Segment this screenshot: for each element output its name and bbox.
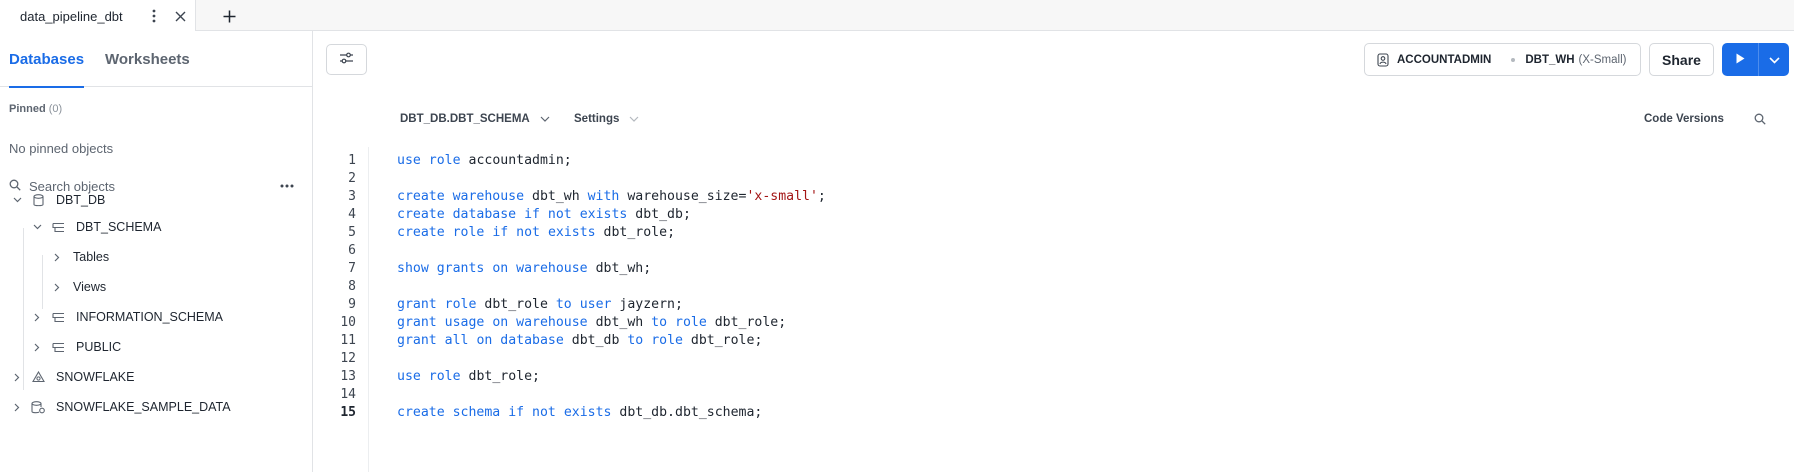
- code-line: show grants on warehouse dbt_wh;: [397, 261, 652, 276]
- code-line: grant usage on warehouse dbt_wh to role …: [397, 315, 787, 330]
- run-button[interactable]: [1722, 43, 1759, 76]
- line-number: 11: [340, 333, 356, 348]
- code-line: use role dbt_role;: [397, 369, 540, 384]
- schema-icon: [50, 339, 66, 355]
- chevron-right-icon[interactable]: [10, 370, 24, 384]
- tree-item-public[interactable]: PUBLIC: [30, 333, 121, 361]
- separator-dot: [1511, 57, 1516, 62]
- plus-icon[interactable]: [216, 3, 242, 29]
- database-icon: [30, 192, 46, 208]
- no-pinned-message: No pinned objects: [9, 141, 114, 156]
- context-label: DBT_DB.DBT_SCHEMA: [400, 113, 530, 125]
- sql-code-editor[interactable]: use role accountadmin; create warehouse d…: [370, 147, 1794, 472]
- tab-databases[interactable]: Databases: [9, 31, 85, 88]
- line-number: 4: [348, 207, 356, 222]
- tree-item-label: DBT_DB: [56, 193, 106, 207]
- tree-item-label: PUBLIC: [76, 340, 122, 354]
- tab-worksheets[interactable]: Worksheets: [105, 31, 190, 87]
- close-icon[interactable]: [169, 5, 191, 27]
- shared-database-icon: [30, 399, 46, 415]
- tree-item-dbt-db[interactable]: DBT_DB: [10, 186, 105, 214]
- line-number: 3: [348, 189, 356, 204]
- worksheet-tab[interactable]: data_pipeline_dbt: [0, 0, 196, 32]
- object-explorer-sidebar: Databases Worksheets Pinned (0) No pinne…: [0, 31, 313, 472]
- line-number: 10: [340, 315, 356, 330]
- share-button[interactable]: Share: [1649, 43, 1714, 76]
- run-button-group: [1722, 43, 1789, 76]
- chevron-down-icon: [540, 116, 550, 122]
- kebab-icon[interactable]: [143, 5, 165, 27]
- chevron-down-icon[interactable]: [30, 220, 44, 234]
- editor-context-bar: DBT_DB.DBT_SCHEMA Settings Code Versions: [314, 87, 1794, 147]
- sliders-icon: [339, 51, 354, 69]
- chevron-down-icon: [1768, 51, 1780, 69]
- line-number: 9: [348, 297, 356, 312]
- pinned-label: Pinned: [9, 103, 46, 115]
- code-line: grant all on database dbt_db to role dbt…: [397, 333, 763, 348]
- worksheet-tab-title[interactable]: data_pipeline_dbt: [20, 9, 143, 24]
- tree-item-tables[interactable]: Tables: [50, 243, 109, 271]
- schema-icon: [50, 219, 66, 235]
- chevron-right-icon[interactable]: [10, 400, 24, 414]
- warehouse-name: DBT_WH: [1525, 53, 1575, 66]
- chevron-right-icon[interactable]: [50, 250, 64, 264]
- line-number: 8: [348, 279, 356, 294]
- line-number: 12: [340, 351, 356, 366]
- chevron-right-icon[interactable]: [30, 340, 44, 354]
- more-options-icon[interactable]: [275, 176, 299, 196]
- sidebar-tabs: Databases Worksheets: [0, 31, 312, 88]
- tree-item-dbt-schema[interactable]: DBT_SCHEMA: [30, 213, 161, 241]
- line-number: 2: [348, 171, 356, 186]
- warehouse-size: (X-Small): [1578, 53, 1627, 66]
- play-icon: [1736, 51, 1745, 69]
- tree-item-label: SNOWFLAKE_SAMPLE_DATA: [56, 400, 231, 414]
- chevron-right-icon[interactable]: [30, 310, 44, 324]
- role-name: ACCOUNTADMIN: [1397, 53, 1492, 66]
- line-number: 5: [348, 225, 356, 240]
- tree-item-label: INFORMATION_SCHEMA: [76, 310, 223, 324]
- worksheet-toolbar: ACCOUNTADMIN DBT_WH (X-Small) Share: [314, 31, 1794, 87]
- code-line: use role accountadmin;: [397, 153, 572, 168]
- tree-item-snowflake-sample-data[interactable]: SNOWFLAKE_SAMPLE_DATA: [10, 393, 231, 421]
- tree-item-label: Tables: [73, 250, 110, 264]
- tree-item-views[interactable]: Views: [50, 273, 106, 301]
- tree-item-label: DBT_SCHEMA: [76, 220, 162, 234]
- code-line: create database if not exists dbt_db;: [397, 207, 691, 222]
- pinned-header: Pinned (0): [9, 103, 62, 115]
- code-versions-button[interactable]: Code Versions: [1644, 109, 1724, 129]
- line-number: 1: [348, 153, 356, 168]
- code-line: create warehouse dbt_wh with warehouse_s…: [397, 189, 826, 204]
- chevron-down-icon[interactable]: [10, 193, 24, 207]
- run-options-dropdown[interactable]: [1759, 43, 1789, 76]
- tree-item-information-schema[interactable]: INFORMATION_SCHEMA: [30, 303, 223, 331]
- tree-item-snowflake[interactable]: SNOWFLAKE: [10, 363, 135, 391]
- schema-icon: [50, 309, 66, 325]
- settings-label: Settings: [574, 113, 620, 125]
- database-schema-selector[interactable]: DBT_DB.DBT_SCHEMA: [400, 109, 550, 129]
- user-role-icon: [1377, 52, 1389, 67]
- snowflake-app-icon: [30, 369, 46, 385]
- pinned-count: (0): [48, 103, 63, 115]
- line-number-gutter: 1 2 3 4 5 6 7 8 9 10 11 12 13 14 15: [314, 147, 369, 472]
- line-number: 14: [340, 387, 356, 402]
- chevron-down-icon: [629, 116, 639, 122]
- tree-item-label: SNOWFLAKE: [56, 370, 135, 384]
- code-line: create schema if not exists dbt_db.dbt_s…: [397, 405, 763, 420]
- line-number: 7: [348, 261, 356, 276]
- filter-settings-button[interactable]: [326, 44, 367, 75]
- line-number: 13: [340, 369, 356, 384]
- tree-guide: [42, 255, 43, 309]
- settings-dropdown[interactable]: Settings: [574, 109, 639, 129]
- chevron-right-icon[interactable]: [50, 280, 64, 294]
- line-number: 6: [348, 243, 356, 258]
- search-icon[interactable]: [1754, 109, 1766, 129]
- code-line: grant role dbt_role to user jayzern;: [397, 297, 683, 312]
- role-warehouse-selector[interactable]: ACCOUNTADMIN DBT_WH (X-Small): [1364, 43, 1641, 76]
- code-line: create role if not exists dbt_role;: [397, 225, 676, 240]
- tree-item-label: Views: [73, 280, 107, 294]
- worksheet-tab-bar: data_pipeline_dbt: [0, 0, 1794, 32]
- line-number: 15: [340, 405, 356, 420]
